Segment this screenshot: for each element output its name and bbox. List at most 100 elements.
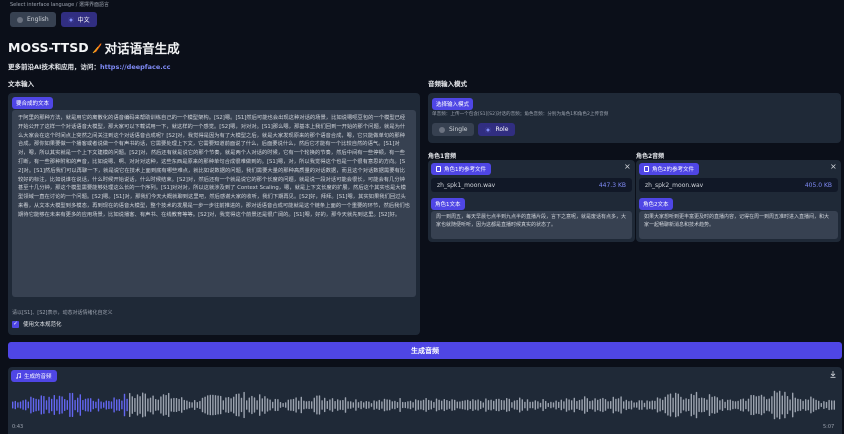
waveform-bar (620, 396, 622, 414)
waveform-bar (45, 400, 48, 410)
waveform-bar (38, 399, 40, 411)
waveform-bar (357, 402, 360, 408)
waveform-bar (238, 393, 240, 417)
waveform-bar (279, 402, 282, 408)
playback-total-time: 5:07 (823, 424, 835, 430)
waveform-bar (386, 399, 388, 411)
role1-clear-icon[interactable]: × (624, 162, 631, 171)
waveform-bar (27, 401, 29, 409)
waveform-bar (685, 398, 687, 412)
audio-mode-section-title: 音频输入模式 (428, 80, 467, 88)
waveform-bar (92, 400, 94, 410)
feather-icon (92, 42, 101, 53)
waveform-bar (823, 401, 825, 409)
download-icon[interactable] (830, 371, 836, 378)
text-normalization-checkbox[interactable]: ✓ (12, 320, 19, 328)
waveform-bar (576, 401, 578, 409)
waveform-bar (97, 398, 100, 412)
waveform-bar (628, 401, 630, 409)
waveform-bar (69, 392, 71, 417)
waveform-bar (656, 397, 659, 413)
role2-clear-icon[interactable]: × (830, 162, 837, 171)
dialogue-text-input[interactable]: 于阿里的那种方法，就是用它的离散化的语音编码来帮助训练自己的一个模型架构。[S2… (12, 110, 416, 297)
waveform-bar (394, 400, 396, 410)
text-input-section-title: 文本输入 (8, 80, 34, 88)
waveform-bar (295, 397, 297, 413)
waveform-bar (188, 401, 191, 409)
waveform-bar (792, 392, 794, 418)
mode-option-role[interactable]: Role (478, 123, 516, 136)
role2-reference-file-tag: 角色2的参考文件 (639, 163, 699, 175)
waveform-bar (825, 401, 828, 409)
waveform-bar (430, 400, 432, 410)
waveform-bar (360, 400, 362, 410)
waveform-bar (812, 398, 815, 412)
role2-file-row[interactable]: zh_spk2_moon.wav 405.0 KB (639, 178, 838, 192)
promo-link[interactable]: https://deepface.cc (100, 63, 170, 71)
app-name: MOSS-TTSD (8, 40, 89, 55)
waveform-bar (555, 400, 557, 410)
text-normalization-label: 使用文本规范化 (23, 322, 62, 328)
role2-text-input[interactable]: 如果大家想听到更丰富更及时的直播内容，记得在周一到周五准时进入直播间，和大家一起… (639, 211, 838, 239)
waveform-bar (378, 399, 380, 410)
waveform-bar (420, 400, 422, 410)
waveform-bar (246, 400, 248, 410)
waveform-bar (446, 400, 448, 410)
waveform-bar (482, 402, 484, 408)
waveform-bar (298, 400, 300, 410)
audio-mode-options: Single Role (432, 123, 516, 136)
waveform-bar (399, 398, 401, 412)
waveform-bar (742, 398, 744, 412)
waveform-bar (58, 395, 61, 415)
waveform-bar (165, 395, 167, 415)
language-option-chinese-label: 中文 (77, 17, 90, 24)
waveform-bar (240, 397, 243, 413)
waveform-bar (116, 399, 118, 411)
waveform-bar (383, 398, 386, 412)
waveform-bar (563, 401, 565, 409)
waveform-bar (199, 400, 201, 409)
waveform-bar (344, 397, 347, 413)
waveform-bar (370, 403, 373, 407)
waveform[interactable] (12, 388, 838, 422)
waveform-bar (602, 397, 604, 413)
radio-dot-icon (17, 16, 23, 23)
waveform-bar (539, 402, 542, 408)
waveform-bar (508, 398, 510, 412)
mode-option-role-label: Role (495, 126, 509, 133)
radio-dot-icon (439, 126, 445, 133)
waveform-bar (352, 402, 354, 408)
waveform-bar (428, 399, 430, 410)
waveform-bar (485, 398, 487, 412)
waveform-bar (721, 399, 724, 411)
role1-text-input[interactable]: 周一到周五，每天早晨七点半到九点半的直播片段，言下之意呢，就是废话有点多，大家也… (431, 211, 632, 239)
waveform-bar (170, 398, 172, 412)
waveform-bar (532, 401, 534, 409)
waveform-bar (183, 399, 185, 411)
language-option-english[interactable]: English (10, 12, 56, 27)
role1-file-row[interactable]: zh_spk1_moon.wav 447.3 KB (431, 178, 632, 192)
language-option-chinese[interactable]: 中文 (60, 12, 97, 27)
waveform-bar (698, 398, 700, 412)
mode-option-single[interactable]: Single (432, 123, 475, 136)
waveform-bar (303, 400, 305, 410)
waveform-bar (594, 398, 596, 412)
waveform-bar (610, 401, 612, 409)
waveform-bar (311, 401, 313, 409)
file-icon (644, 166, 649, 172)
role1-audio-title: 角色1音频 (428, 153, 457, 160)
waveform-bar (326, 400, 328, 409)
waveform-bar (589, 401, 591, 409)
waveform-bar (321, 400, 323, 410)
waveform-bar (144, 393, 146, 417)
waveform-bar (625, 399, 627, 411)
role1-file-size: 447.3 KB (598, 181, 626, 189)
waveform-bar (191, 402, 193, 408)
waveform-bar (818, 400, 820, 410)
waveform-bar (129, 393, 131, 417)
waveform-bar (126, 398, 128, 412)
waveform-bar (134, 398, 136, 412)
waveform-bar (282, 403, 284, 407)
generate-audio-button[interactable]: 生成音频 (8, 342, 842, 359)
waveform-bar (719, 400, 721, 410)
